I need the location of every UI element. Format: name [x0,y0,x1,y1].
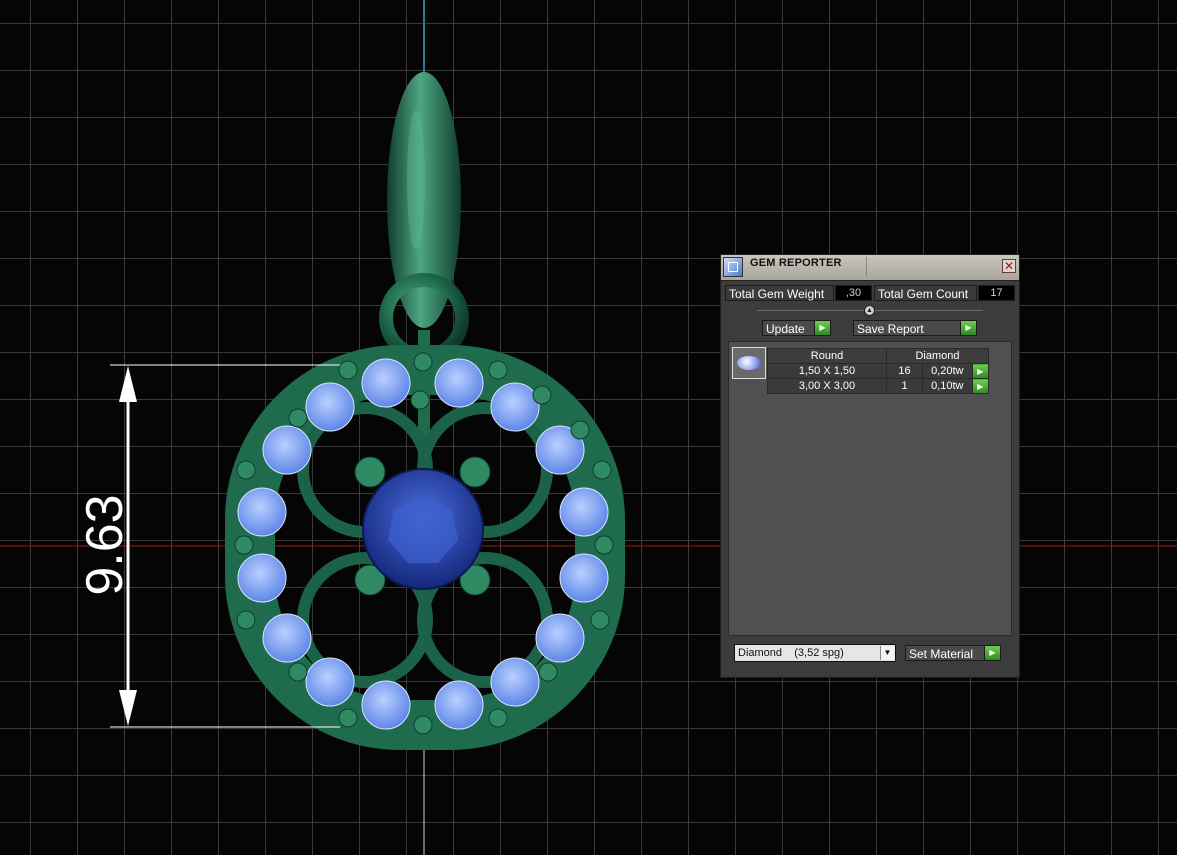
gem-report-area: Round Diamond 1,50 X 1,50 16 0,20tw ▶ 3,… [728,341,1012,636]
green-arrow-icon: ▶ [984,646,1000,660]
table-row: 1,50 X 1,50 16 0,20tw ▶ [767,363,989,379]
set-material-label: Set Material [909,647,974,661]
total-count-label: Total Gem Count [874,285,977,301]
gem-size: 1,50 X 1,50 [767,363,887,379]
total-weight-label: Total Gem Weight [725,285,834,301]
gem-weight: 0,10tw [922,378,973,394]
table-row: 3,00 X 3,00 1 0,10tw ▶ [767,378,989,394]
gem-thumbnail-icon[interactable] [732,347,766,379]
collapse-icon[interactable]: ▲ [864,305,875,316]
gem-reporter-icon [723,257,743,277]
save-report-button[interactable]: Save Report ▶ [853,320,977,336]
gem-weight: 0,20tw [922,363,973,379]
gem-count: 1 [885,378,924,394]
green-arrow-icon[interactable]: ▶ [971,363,989,379]
gem-size: 3,00 X 3,00 [767,378,887,394]
green-arrow-icon[interactable]: ▶ [971,378,989,394]
gem-reporter-panel: GEM REPORTER ✕ Total Gem Weight ,30 Tota… [720,254,1020,678]
panel-titlebar[interactable]: GEM REPORTER ✕ [721,255,1019,281]
panel-title: GEM REPORTER [750,257,842,269]
update-button[interactable]: Update ▶ [762,320,831,336]
chevron-down-icon[interactable]: ▼ [880,646,894,660]
dimension-label: 9.63 [76,494,134,595]
green-arrow-icon: ▶ [960,321,976,335]
update-label: Update [766,322,805,336]
table-header-row: Round Diamond [767,348,989,364]
save-report-label: Save Report [857,322,924,336]
gem-table: Round Diamond 1,50 X 1,50 16 0,20tw ▶ 3,… [767,348,989,394]
green-arrow-icon: ▶ [814,321,830,335]
header-material: Diamond [886,348,989,364]
title-separator [866,257,867,277]
material-select[interactable]: Diamond (3,52 spg) ▼ [734,644,896,662]
gem-count: 16 [885,363,924,379]
material-selected: Diamond (3,52 spg) [738,647,844,659]
total-count-value: 17 [978,285,1015,301]
total-weight-value: ,30 [835,285,872,301]
set-material-button[interactable]: Set Material ▶ [905,645,1001,661]
close-button[interactable]: ✕ [1002,259,1016,273]
header-shape: Round [767,348,887,364]
